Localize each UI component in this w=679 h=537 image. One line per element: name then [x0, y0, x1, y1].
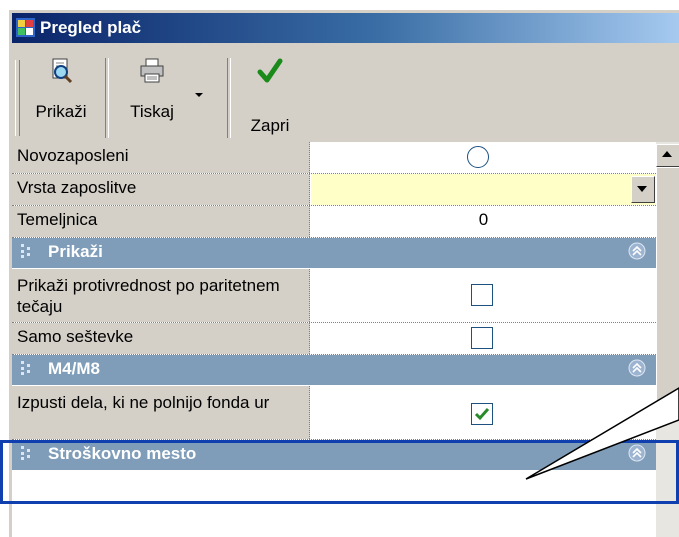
- category-grip-icon: [21, 244, 30, 258]
- property-value[interactable]: [311, 142, 656, 173]
- app-icon: [16, 18, 35, 37]
- green-checkmark-icon: [257, 58, 283, 83]
- property-label: Izpusti dela, ki ne polnijo fonda ur: [12, 386, 310, 439]
- show-button[interactable]: Prikaži: [26, 58, 96, 138]
- property-window: Pregled plač Prikaži Tiskaj Zapri Novoza…: [8, 9, 679, 537]
- scrollbar-thumb[interactable]: [656, 167, 679, 409]
- print-dropdown-arrow-icon[interactable]: [192, 90, 206, 100]
- property-value[interactable]: [311, 323, 656, 354]
- vertical-scrollbar[interactable]: [656, 142, 679, 537]
- collapse-chevron-icon[interactable]: [627, 443, 647, 463]
- property-row-totals-only[interactable]: Samo seštevke: [12, 323, 656, 355]
- property-row-new-employees[interactable]: Novozaposleni: [12, 142, 656, 174]
- scroll-up-button[interactable]: [656, 144, 679, 167]
- radio-button[interactable]: [467, 146, 489, 168]
- property-value[interactable]: 0: [311, 206, 656, 237]
- chevron-down-icon: [637, 186, 647, 192]
- checkbox-checked[interactable]: [471, 403, 493, 425]
- check-icon: [474, 408, 490, 421]
- property-label: Prikaži protivrednost po paritetnem teča…: [12, 269, 310, 322]
- category-m4m8-header[interactable]: M4/M8: [12, 355, 656, 385]
- collapse-chevron-icon[interactable]: [627, 241, 647, 261]
- property-label: Novozaposleni: [12, 142, 310, 173]
- collapse-chevron-icon[interactable]: [627, 358, 647, 378]
- property-label: Samo seštevke: [12, 323, 310, 354]
- preview-magnifier-icon: [52, 58, 73, 84]
- category-show-header[interactable]: Prikaži: [12, 238, 656, 268]
- property-row-employment-type[interactable]: Vrsta zaposlitve: [12, 174, 656, 206]
- title-bar[interactable]: Pregled plač: [12, 13, 679, 43]
- property-value[interactable]: [311, 269, 656, 322]
- arrow-up-icon: [662, 151, 672, 157]
- dropdown-button[interactable]: [631, 176, 655, 203]
- category-grip-icon: [21, 446, 30, 460]
- property-row-show-equivalent[interactable]: Prikaži protivrednost po paritetnem teča…: [12, 269, 656, 323]
- category-grip-icon: [21, 361, 30, 375]
- category-title: Stroškovno mesto: [48, 444, 197, 463]
- toolbar: Prikaži Tiskaj Zapri: [12, 48, 679, 140]
- checkbox[interactable]: [471, 327, 493, 349]
- property-value[interactable]: [311, 386, 656, 439]
- close-button[interactable]: Zapri: [235, 58, 305, 138]
- property-label: Vrsta zaposlitve: [12, 174, 310, 205]
- property-label: Temeljnica: [12, 206, 310, 237]
- property-grid: Novozaposleni Vrsta zaposlitve Temeljnic…: [12, 142, 656, 537]
- category-title: Prikaži: [48, 242, 103, 261]
- checkbox[interactable]: [471, 284, 493, 306]
- close-button-label: Zapri: [250, 116, 290, 135]
- property-value[interactable]: [311, 174, 656, 205]
- toolbar-separator: [105, 58, 109, 138]
- category-cost-center-header[interactable]: Stroškovno mesto: [12, 440, 656, 470]
- window-title: Pregled plač: [40, 18, 142, 37]
- property-row-skip-non-fund-work[interactable]: Izpusti dela, ki ne polnijo fonda ur: [12, 386, 656, 440]
- print-button-label: Tiskaj: [130, 102, 174, 121]
- category-title: M4/M8: [48, 359, 100, 378]
- employment-type-dropdown[interactable]: [311, 174, 656, 205]
- print-button[interactable]: Tiskaj: [117, 58, 187, 138]
- property-row-journal[interactable]: Temeljnica 0: [12, 206, 656, 238]
- toolbar-grip[interactable]: [15, 60, 20, 136]
- journal-value[interactable]: 0: [311, 210, 656, 230]
- show-button-label: Prikaži: [35, 102, 87, 121]
- toolbar-separator: [227, 58, 231, 138]
- printer-icon: [140, 58, 164, 83]
